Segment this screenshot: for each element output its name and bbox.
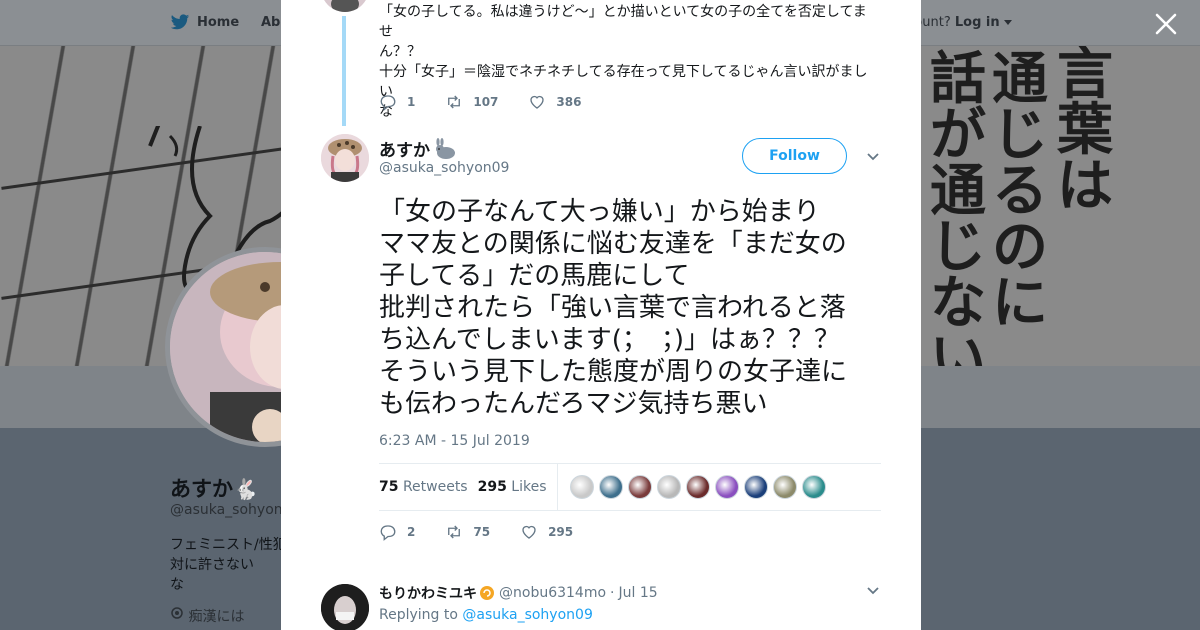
chevron-down-icon xyxy=(1003,20,1012,25)
tweet-text: 「女の子なんて大っ嫌い」から始まり ママ友との関係に悩む友達を「まだ女の 子して… xyxy=(379,197,848,419)
reply-header: もりかわミユキ @nobu6314mo · Jul 15 xyxy=(379,583,658,603)
reply-author-handle[interactable]: @nobu6314mo xyxy=(499,585,606,601)
tweet-author-avatar[interactable] xyxy=(321,134,369,182)
twitter-bird-icon xyxy=(170,14,190,30)
heart-icon xyxy=(530,95,545,109)
reply-author-name[interactable]: もりかわミユキ xyxy=(379,583,477,603)
tweet-actions: 2 75 295 xyxy=(379,522,603,542)
liker-avatar[interactable] xyxy=(685,475,710,499)
profile-name: あすか🐇 xyxy=(170,477,258,501)
retweet-icon xyxy=(448,525,461,539)
rabbit-emoji-icon xyxy=(436,137,455,159)
retweet-button[interactable]: 75 xyxy=(445,523,490,541)
retweet-count-stat[interactable]: 75 Retweets xyxy=(379,479,468,495)
heart-icon xyxy=(522,525,536,539)
reply-button[interactable]: 2 xyxy=(379,523,415,541)
reply-button[interactable]: 1 xyxy=(379,93,415,111)
tweet-stats: 75 Retweets 295 Likes xyxy=(379,463,881,511)
separator-dot: · xyxy=(610,585,615,601)
liker-avatar[interactable] xyxy=(743,475,768,499)
liker-avatar[interactable] xyxy=(569,475,594,499)
shell-emoji-icon xyxy=(480,586,494,600)
location-pin-icon xyxy=(171,607,183,619)
tweet-author-name[interactable]: あすか xyxy=(379,136,458,161)
profile-location: 痴漢には xyxy=(170,606,244,626)
like-button[interactable]: 295 xyxy=(520,523,573,541)
like-count-stat[interactable]: 295 Likes xyxy=(478,479,547,495)
close-icon[interactable] xyxy=(1153,11,1179,37)
banner-column-3: 話が通じない xyxy=(930,46,986,366)
reply-icon xyxy=(380,525,396,541)
previous-tweet-avatar[interactable] xyxy=(321,0,369,12)
retweet-icon xyxy=(448,95,461,109)
liker-avatar[interactable] xyxy=(801,475,826,499)
banner-column-2: 通じるのに xyxy=(992,46,1048,336)
tweet-timestamp[interactable]: 6:23 AM - 15 Jul 2019 xyxy=(379,433,530,449)
replying-to: Replying to @asuka_sohyon09 xyxy=(379,607,593,623)
chevron-down-icon[interactable] xyxy=(866,150,880,164)
liker-avatar[interactable] xyxy=(714,475,739,499)
follow-button[interactable]: Follow xyxy=(742,138,847,174)
reply-author-avatar[interactable] xyxy=(321,584,369,630)
reply-icon xyxy=(380,95,396,111)
reply-date[interactable]: Jul 15 xyxy=(618,585,657,601)
chevron-down-icon[interactable] xyxy=(866,584,880,598)
conversation-thread-line xyxy=(342,16,346,126)
liker-avatars xyxy=(569,475,831,499)
liker-avatar[interactable] xyxy=(627,475,652,499)
previous-tweet-actions: 1 107 386 xyxy=(379,92,611,112)
liker-avatar[interactable] xyxy=(656,475,681,499)
nav-home-link: Home xyxy=(197,15,240,30)
tweet-author-handle[interactable]: @asuka_sohyon09 xyxy=(379,160,509,176)
banner-column-1: 言葉は xyxy=(1057,46,1113,219)
login-link: Log in xyxy=(954,15,1000,30)
liker-avatar[interactable] xyxy=(598,475,623,499)
profile-bio: フェミニスト/性犯 対に許さない な xyxy=(170,537,287,593)
stats-divider xyxy=(556,464,558,510)
like-button[interactable]: 386 xyxy=(528,93,581,111)
tweet-permalink-modal: 「女の子してる。私は違うけど〜」とか描いといて女の子の全てを否定してませ ん？？… xyxy=(281,0,921,630)
liker-avatar[interactable] xyxy=(772,475,797,499)
profile-handle: @asuka_sohyon0 xyxy=(170,502,292,518)
retweet-button[interactable]: 107 xyxy=(445,93,498,111)
replying-to-handle-link[interactable]: @asuka_sohyon09 xyxy=(462,607,592,623)
